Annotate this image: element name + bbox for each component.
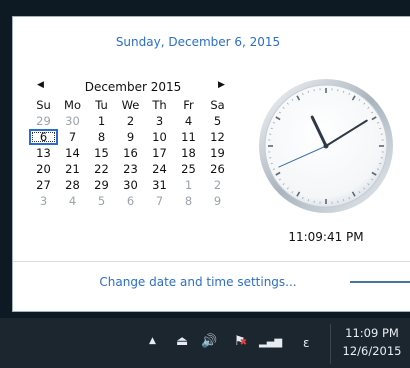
accent-line xyxy=(350,281,410,283)
calendar-day[interactable]: 21 xyxy=(58,161,87,177)
calendar-day[interactable]: 14 xyxy=(58,145,87,161)
calendar-day[interactable]: 13 xyxy=(29,145,58,161)
date-time-flyout: Sunday, December 6, 2015 ◀ December 2015… xyxy=(12,16,410,312)
next-month-icon[interactable]: ▶ xyxy=(218,80,225,90)
calendar-day[interactable]: 9 xyxy=(116,129,145,145)
calendar-day[interactable]: 23 xyxy=(116,161,145,177)
calendar-day[interactable]: 31 xyxy=(145,177,174,193)
calendar-day[interactable]: 17 xyxy=(145,145,174,161)
taskbar-clock-time: 11:09 PM xyxy=(345,326,399,340)
calendar-day[interactable]: 7 xyxy=(145,193,174,209)
tray-separator xyxy=(330,324,331,364)
calendar-day[interactable]: 20 xyxy=(29,161,58,177)
weekday-header: Th xyxy=(152,98,167,112)
weekday-header: Fr xyxy=(183,98,194,112)
show-hidden-icons-chevron-icon[interactable]: ▲ xyxy=(149,336,156,346)
calendar-day-today[interactable]: 6 xyxy=(29,129,58,145)
calendar: ◀ December 2015 ▶ Su Mo Tu We Th Fr Sa 29 30 1 2 3 4… xyxy=(27,79,249,209)
calendar-day[interactable]: 25 xyxy=(174,161,203,177)
calendar-grid: Su Mo Tu We Th Fr Sa 29 30 1 2 3 4 5 6 7 8 9 10 11 12 13 14 15 1… xyxy=(29,97,249,209)
taskbar: ▲ ⏏ 🔊 ⚑✖ ▂▄▆ ε 11:09 PM 12/6/2015 xyxy=(0,318,410,368)
calendar-day[interactable]: 3 xyxy=(145,113,174,129)
calendar-header: ◀ December 2015 ▶ xyxy=(27,79,249,97)
calendar-day[interactable]: 4 xyxy=(174,113,203,129)
calendar-day[interactable]: 11 xyxy=(174,129,203,145)
calendar-day[interactable]: 7 xyxy=(58,129,87,145)
analog-clock xyxy=(259,79,393,213)
signal-strength-icon[interactable]: ▂▄▆ xyxy=(259,337,282,348)
weekday-header: Mo xyxy=(64,98,81,112)
calendar-day[interactable]: 29 xyxy=(29,113,58,129)
calendar-day[interactable]: 22 xyxy=(87,161,116,177)
calendar-day[interactable]: 10 xyxy=(145,129,174,145)
calendar-day[interactable]: 26 xyxy=(203,161,232,177)
calendar-day[interactable]: 15 xyxy=(87,145,116,161)
input-method-icon[interactable]: ε xyxy=(303,336,310,350)
month-label[interactable]: December 2015 xyxy=(27,80,239,94)
digital-time: 11:09:41 PM xyxy=(288,230,364,244)
calendar-day[interactable]: 8 xyxy=(174,193,203,209)
calendar-day[interactable]: 27 xyxy=(29,177,58,193)
safely-remove-hardware-icon[interactable]: ⏏ xyxy=(176,334,188,349)
weekday-header: Sa xyxy=(210,98,225,112)
calendar-day[interactable]: 1 xyxy=(87,113,116,129)
long-date-header[interactable]: Sunday, December 6, 2015 xyxy=(13,35,383,49)
calendar-day[interactable]: 24 xyxy=(145,161,174,177)
calendar-day[interactable]: 19 xyxy=(203,145,232,161)
calendar-day[interactable]: 4 xyxy=(58,193,87,209)
calendar-day[interactable]: 1 xyxy=(174,177,203,193)
calendar-day[interactable]: 9 xyxy=(203,193,232,209)
calendar-day[interactable]: 30 xyxy=(116,177,145,193)
weekday-header: Tu xyxy=(95,98,108,112)
calendar-day[interactable]: 16 xyxy=(116,145,145,161)
volume-icon[interactable]: 🔊 xyxy=(201,334,217,349)
calendar-day[interactable]: 8 xyxy=(87,129,116,145)
calendar-day[interactable]: 5 xyxy=(87,193,116,209)
calendar-day[interactable]: 2 xyxy=(116,113,145,129)
calendar-day[interactable]: 3 xyxy=(29,193,58,209)
calendar-day[interactable]: 6 xyxy=(116,193,145,209)
divider xyxy=(13,261,410,262)
calendar-day[interactable]: 29 xyxy=(87,177,116,193)
calendar-day[interactable]: 28 xyxy=(58,177,87,193)
calendar-day[interactable]: 18 xyxy=(174,145,203,161)
weekday-header: We xyxy=(121,98,140,112)
calendar-day[interactable]: 30 xyxy=(58,113,87,129)
change-date-time-settings-link[interactable]: Change date and time settings... xyxy=(13,275,383,289)
clock-center xyxy=(323,143,329,149)
network-disconnected-icon[interactable]: ⚑✖ xyxy=(234,334,247,349)
calendar-day[interactable]: 12 xyxy=(203,129,232,145)
calendar-day[interactable]: 2 xyxy=(203,177,232,193)
taskbar-clock[interactable]: 11:09 PM 12/6/2015 xyxy=(336,324,408,360)
taskbar-clock-date: 12/6/2015 xyxy=(342,344,402,358)
calendar-day[interactable]: 5 xyxy=(203,113,232,129)
weekday-header: Su xyxy=(36,98,51,112)
